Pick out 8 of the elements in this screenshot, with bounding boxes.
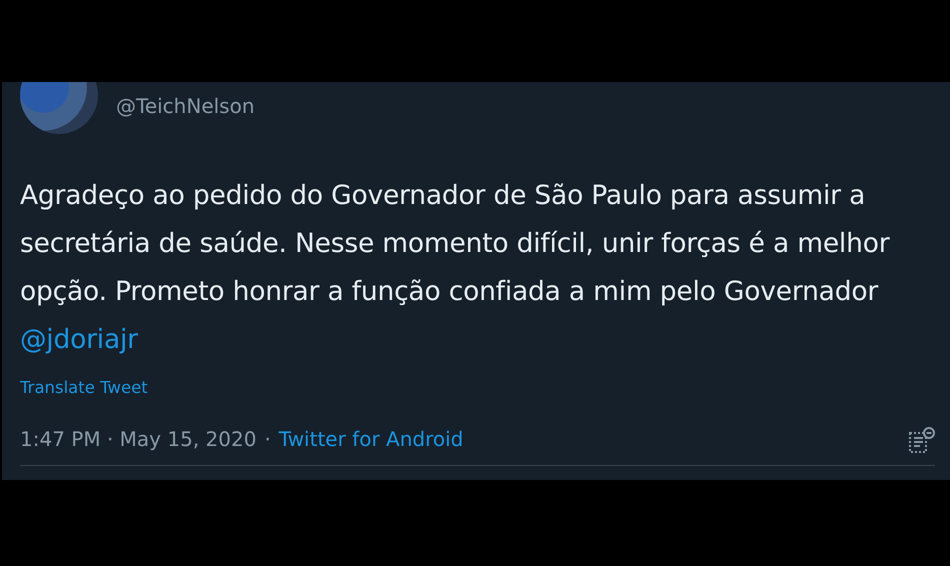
analytics-icon[interactable] [907,427,935,455]
timestamp: 1:47 PM · May 15, 2020 [20,427,256,451]
separator: · [264,427,271,451]
translate-link[interactable]: Translate Tweet [20,378,148,397]
mention-link[interactable]: @jdoriajr [20,324,138,355]
user-handle: @TeichNelson [116,94,255,118]
tweet-text: Agradeço ao pedido do Governador de São Paulo para assumir a secretária de saúde. Nesse momento difícil, unir forças é a melhor opção. Prometo honrar a função confiada a mim pelo Governador @jdoriajr [20,179,891,357]
source-link[interactable]: Twitter for Android [278,427,464,451]
